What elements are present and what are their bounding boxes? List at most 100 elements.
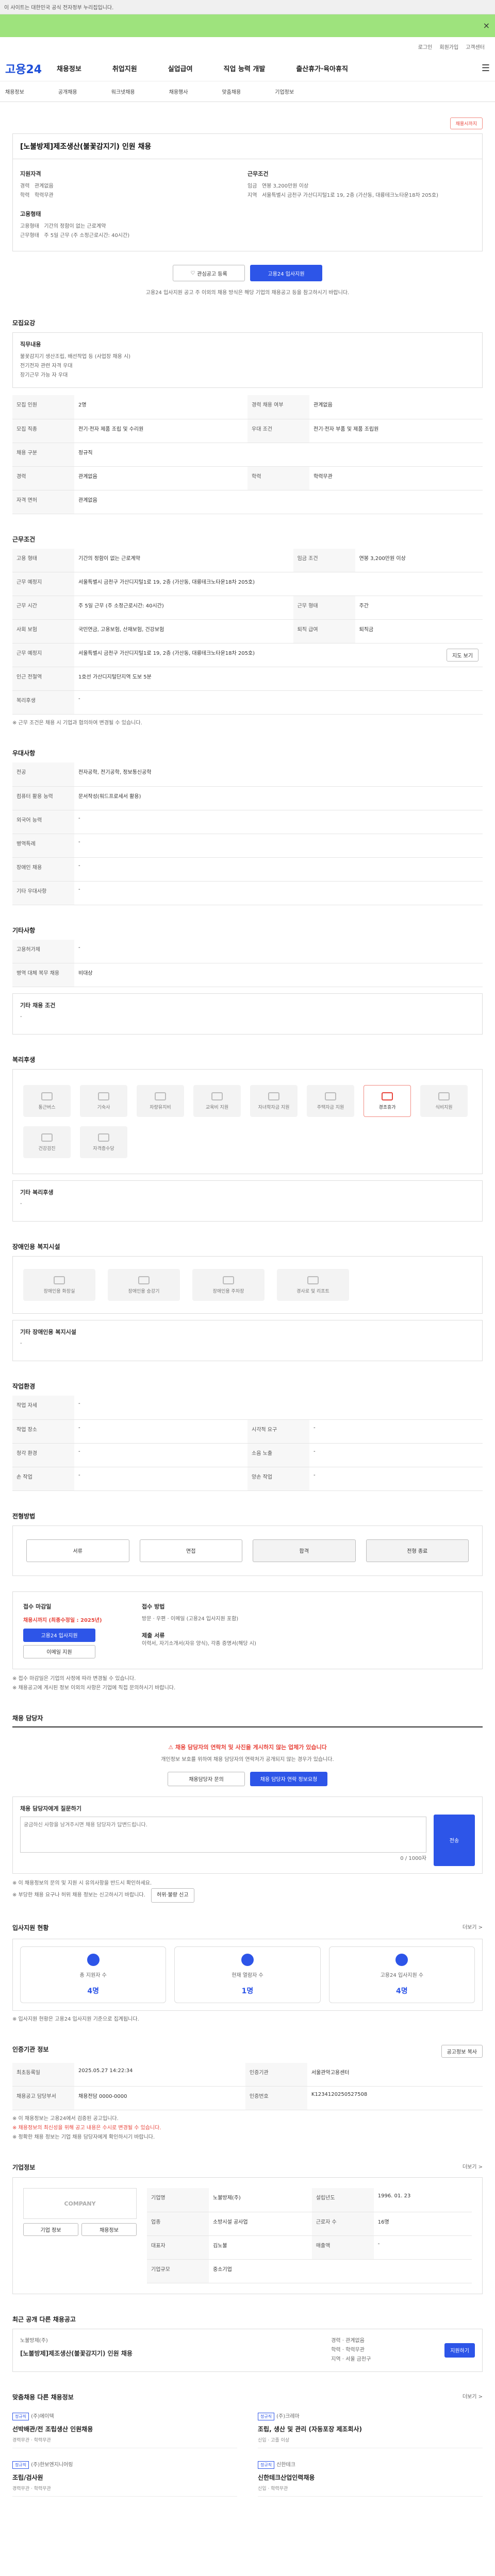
recommend-item[interactable]: 정규직 (주)에이텍 선박배관/전 조립생산 인원채용 경력무관 · 학력무관 bbox=[12, 2408, 237, 2448]
util-nav: 로그인 회원가입 고객센터 bbox=[0, 37, 495, 56]
apply-info-box: 접수 마감일 채용시까지 (최종수정일 : 2025년) 고용24 입사지원 이… bbox=[12, 1591, 483, 1669]
job-summary-card: [노불방제]제조생산(불꽃감지기) 인원 채용 지원자격 경력 관계없음 학력 … bbox=[12, 133, 483, 251]
sub-nav-item[interactable]: 채용정보 bbox=[5, 88, 24, 95]
selection-step: 전형 종료 bbox=[366, 1539, 469, 1562]
summary-type-title: 고용형태 bbox=[20, 211, 41, 217]
prefer-title: 우대사항 bbox=[12, 750, 36, 757]
stats-title: 입사지원 현황 bbox=[12, 1924, 49, 1931]
selection-step: 합격 bbox=[253, 1539, 356, 1562]
welfare-icon bbox=[325, 1092, 336, 1100]
gnb-item[interactable]: 직업 능력 개발 bbox=[224, 63, 266, 73]
join-link[interactable]: 회원가입 bbox=[439, 43, 458, 50]
disability-label: 장애인용 주차장 bbox=[212, 1289, 244, 1294]
close-icon[interactable]: × bbox=[483, 21, 490, 30]
prefer-table: 전공 전자공학, 전기공학, 정보통신공학 컴퓨터 활용 능력 문서작성(워드프로세… bbox=[12, 762, 483, 905]
gov-notice-bar: 이 사이트는 대한민국 공식 전자정부 누리집입니다. bbox=[0, 0, 495, 14]
center-link[interactable]: 고객센터 bbox=[466, 43, 485, 50]
welfare-label: 통근버스 bbox=[38, 1105, 56, 1110]
related-job-title[interactable]: [노불방제]제조생산(불꽃감지기) 인원 채용 bbox=[20, 2349, 321, 2358]
disability-label: 경사로 및 리프트 bbox=[296, 1289, 329, 1294]
site-logo[interactable]: 고용24 bbox=[5, 60, 57, 77]
site-header: 고용24 채용정보 취업지원 실업급여 직업 능력 개발 출산휴가·육아휴직 ☰ bbox=[0, 56, 495, 81]
recommend-more-link[interactable]: 더보기 > bbox=[463, 2393, 483, 2402]
sub-nav-item[interactable]: 공개채용 bbox=[58, 88, 77, 95]
contact-inquiry-button[interactable]: 채용담당자 문의 bbox=[168, 1771, 245, 1786]
stats-more-link[interactable]: 더보기 > bbox=[463, 1923, 483, 1933]
welfare-item: 차량유지비 bbox=[137, 1085, 184, 1117]
disability-item: 장애인용 승강기 bbox=[108, 1269, 180, 1301]
recruit-table: 모집 인원 2명 경력 채용 여부 관계없음 모집 직종 전기·전자 제품 조립 및 수… bbox=[12, 395, 483, 514]
company-more-link[interactable]: 더보기 > bbox=[463, 2163, 483, 2172]
gnb-item[interactable]: 실업급여 bbox=[168, 63, 193, 73]
disability-label: 장애인용 승강기 bbox=[128, 1289, 160, 1294]
copy-info-button[interactable]: 공고정보 복사 bbox=[441, 2044, 483, 2058]
selection-title: 전형방법 bbox=[12, 1512, 36, 1520]
apply-docs: 이력서, 자기소개서(자유 양식), 각종 증명서(해당 시) bbox=[142, 1640, 256, 1647]
sub-nav-item[interactable]: 채용행사 bbox=[169, 88, 188, 95]
report-button[interactable]: 허위·불량 신고 bbox=[151, 1888, 194, 1903]
qa-textarea[interactable] bbox=[20, 1816, 426, 1853]
scrap-button[interactable]: ♡ 관심공고 등록 bbox=[173, 265, 245, 281]
recommend-item[interactable]: 정규직 (주)크레마 조립, 생산 및 관리 (자동포장 제조회사) 신입 · 고졸 … bbox=[258, 2408, 483, 2448]
qa-box: 채용 담당자에게 질문하기 0 / 1000자 전송 bbox=[12, 1796, 483, 1874]
recommend-item[interactable]: 정규직 신한테크 신한테크산업인력채용 신입 · 학력무관 bbox=[258, 2456, 483, 2497]
promo-banner[interactable]: × bbox=[0, 14, 495, 37]
sub-nav-item[interactable]: 기업정보 bbox=[275, 88, 294, 95]
global-nav: 채용정보 취업지원 실업급여 직업 능력 개발 출산휴가·육아휴직 bbox=[57, 63, 348, 73]
apply-button[interactable]: 고용24 입사지원 bbox=[250, 265, 322, 281]
company-title: 기업정보 bbox=[12, 2164, 36, 2171]
apply-info-apply-button[interactable]: 고용24 입사지원 bbox=[23, 1628, 95, 1642]
related-title: 최근 공개 다른 채용공고 bbox=[12, 2315, 76, 2323]
company-info-button[interactable]: 기업 정보 bbox=[23, 2223, 78, 2236]
contact-warning: 채용 담당자의 연락처 및 사진을 게시하지 않는 업체가 있습니다 bbox=[175, 1743, 327, 1751]
qa-submit-button[interactable]: 전송 bbox=[434, 1814, 475, 1866]
login-link[interactable]: 로그인 bbox=[418, 43, 433, 50]
user-icon bbox=[87, 1953, 100, 1966]
job-title: [노불방제]제조생산(불꽃감지기) 인원 채용 bbox=[13, 134, 482, 159]
welfare-label: 차량유지비 bbox=[150, 1105, 171, 1110]
welfare-title: 복리후생 bbox=[12, 1056, 36, 1063]
selection-steps: 서류 면접 합격 전형 종료 bbox=[12, 1525, 483, 1576]
contact-title: 채용 담당자 bbox=[12, 1714, 483, 1727]
welfare-label: 경조휴가 bbox=[378, 1105, 396, 1110]
company-box: COMPANY 기업 정보 채용정보 기업명 노불방제(주) 설립년도 1996. 0… bbox=[12, 2177, 483, 2294]
welfare-icon bbox=[438, 1092, 450, 1100]
deadline-badge: 채용시까지 bbox=[450, 117, 483, 129]
map-button[interactable]: 지도 보기 bbox=[447, 649, 478, 662]
welfare-icon bbox=[41, 1092, 53, 1100]
recommend-title: 맞춤채용 다른 채용정보 bbox=[12, 2393, 74, 2401]
welfare-label: 교육비 지원 bbox=[205, 1105, 229, 1110]
manage-title: 인증기관 정보 bbox=[12, 2045, 49, 2053]
other-cond-box: 기타 채용 조건 - bbox=[12, 993, 483, 1035]
gnb-item[interactable]: 출산휴가·육아휴직 bbox=[296, 63, 348, 73]
gov-notice-text: 이 사이트는 대한민국 공식 전자정부 누리집입니다. bbox=[4, 5, 114, 11]
gnb-item[interactable]: 취업지원 bbox=[112, 63, 137, 73]
welfare-label: 기숙사 bbox=[97, 1105, 110, 1110]
workenv-title: 작업환경 bbox=[12, 1383, 36, 1390]
welfare-item: 교육비 지원 bbox=[193, 1085, 241, 1117]
hamburger-menu-icon[interactable]: ☰ bbox=[482, 63, 490, 74]
work-title: 근무조건 bbox=[12, 535, 36, 543]
welfare-icon bbox=[155, 1092, 166, 1100]
disability-icon bbox=[138, 1276, 150, 1284]
sub-nav-item[interactable]: 맞춤채용 bbox=[222, 88, 241, 95]
disability-icon bbox=[307, 1276, 319, 1284]
gnb-item[interactable]: 채용정보 bbox=[57, 63, 81, 73]
summary-req-title: 지원자격 bbox=[20, 171, 41, 177]
heart-icon: ♡ bbox=[190, 270, 195, 276]
disability-item: 경사로 및 리프트 bbox=[277, 1269, 349, 1301]
company-jobs-button[interactable]: 채용정보 bbox=[81, 2223, 137, 2236]
welfare-item: 주택자금 지원 bbox=[307, 1085, 354, 1117]
sub-nav-item[interactable]: 워크넷채용 bbox=[111, 88, 135, 95]
welfare-item: 식비지원 bbox=[420, 1085, 468, 1117]
recommend-item[interactable]: 정규직 (주)한보엔지니어링 조립/검사원 경력무관 · 학력무관 bbox=[12, 2456, 237, 2497]
other-title: 기타사항 bbox=[12, 926, 36, 934]
welfare-item: 자격증수당 bbox=[80, 1126, 127, 1158]
related-job-card[interactable]: 노불방제(주) [노불방제]제조생산(불꽃감지기) 인원 채용 경력 · 관계없… bbox=[12, 2328, 483, 2372]
related-apply-button[interactable]: 지원하기 bbox=[444, 2343, 475, 2358]
contact-request-button[interactable]: 채용 담당자 연락 정보요청 bbox=[250, 1771, 327, 1786]
welfare-item: 기숙사 bbox=[80, 1085, 127, 1117]
disability-item: 장애인용 화장실 bbox=[23, 1269, 95, 1301]
recommend-list: 정규직 (주)에이텍 선박배관/전 조립생산 인원채용 경력무관 · 학력무관 정규직… bbox=[12, 2408, 483, 2497]
email-apply-button[interactable]: 이메일 지원 bbox=[23, 1645, 95, 1658]
